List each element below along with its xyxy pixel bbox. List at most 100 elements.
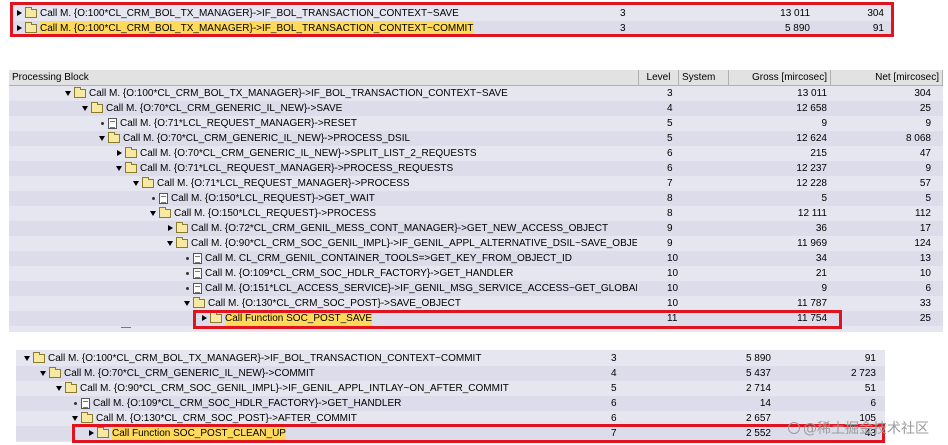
row-gross: 2 552 [745, 428, 771, 439]
row-label-cell: Call Function SOC_POST_CLEAN_UP [88, 426, 591, 441]
tree-row[interactable]: Call M. {O:100*CL_CRM_BOL_TX_MANAGER}->I… [16, 351, 885, 366]
row-level: 8 [667, 193, 673, 204]
tree-row[interactable]: Call M. {O:150*LCL_REQUEST}->PROCESS 8 12 … [9, 206, 943, 221]
collapse-triangle-icon[interactable] [56, 381, 63, 396]
tree-row[interactable]: Call M. {O:90*CL_CRM_SOC_GENIL_IMPL}->IF… [16, 381, 885, 396]
row-level: 10 [667, 283, 679, 294]
tree-row[interactable]: Call M. {O:70*CL_CRM_GENERIC_IL_NEW}->PR… [9, 131, 943, 146]
col-processing-block[interactable]: Processing Block [9, 70, 639, 85]
col-level[interactable]: Level [639, 70, 679, 85]
row-gross: 12 658 [796, 103, 827, 114]
collapse-triangle-icon[interactable] [99, 131, 106, 146]
row-net: 6 [925, 283, 931, 294]
row-gross: 11 787 [797, 298, 827, 309]
row-level: 6 [667, 148, 673, 159]
row-net: 6 [870, 398, 876, 409]
collapse-triangle-icon[interactable] [116, 161, 123, 176]
folder-icon [176, 222, 188, 233]
row-gross: 2 657 [745, 413, 771, 424]
tree-row[interactable]: Call M. {O:109*CL_CRM_SOC_HDLR_FACTORY}-… [9, 266, 943, 281]
tree-row[interactable]: Call M. {O:70*CL_CRM_GENERIC_IL_NEW}->SP… [9, 146, 943, 161]
expand-triangle-icon[interactable] [116, 146, 123, 161]
tree-row[interactable]: Call M. {O:100*CL_CRM_BOL_TX_MANAGER}->I… [9, 86, 943, 101]
tree-row[interactable]: Call M. {O:90*CL_CRM_SOC_GENIL_IMPL}->IF… [9, 236, 943, 251]
folder-icon [49, 367, 61, 378]
tree-row[interactable]: Call M. {O:109*CL_CRM_SOC_HDLR_FACTORY}-… [16, 396, 885, 411]
collapse-triangle-icon[interactable] [82, 101, 89, 116]
folder-icon [33, 352, 45, 363]
expand-triangle-icon[interactable] [201, 311, 208, 326]
tree-row[interactable]: Call M. {O:71*LCL_REQUEST_MANAGER}->PROC… [9, 176, 943, 191]
folder-icon [142, 177, 154, 188]
row-label: Call M. {O:70*CL_CRM_GENERIC_IL_NEW}->SA… [106, 103, 343, 114]
row-net: 57 [919, 178, 931, 189]
row-label: Call M. {O:70*CL_CRM_GENERIC_IL_NEW}->PR… [123, 133, 411, 144]
row-gross: 21 [815, 268, 827, 279]
collapse-triangle-icon[interactable] [40, 366, 47, 381]
tree-row[interactable]: Call M. {O:70*CL_CRM_GENERIC_IL_NEW}->SA… [9, 101, 943, 116]
tree-row[interactable]: Call M. {O:130*CL_CRM_SOC_POST}->AFTER_C… [16, 411, 885, 426]
row-level: 10 [667, 298, 679, 309]
row-gross: 34 [815, 253, 827, 264]
expand-triangle-icon[interactable] [167, 221, 174, 236]
tree-row[interactable]: Call Function SOC_POST_SAVE 11 11 754 25 [9, 311, 943, 326]
collapse-triangle-icon[interactable] [24, 351, 31, 366]
row-net: 9 [925, 118, 931, 129]
collapse-triangle-icon[interactable] [167, 236, 174, 251]
row-gross: 5 437 [745, 368, 771, 379]
row-gross: 215 [810, 148, 827, 159]
row-label: Call M. {O:90*CL_CRM_SOC_GENIL_IMPL}->IF… [80, 383, 509, 394]
row-gross: 5 [821, 193, 827, 204]
col-net[interactable]: Net [mircosec] [831, 70, 943, 85]
tree-row[interactable]: Call M. {O:151*LCL_ACCESS_SERVICE}->IF_G… [9, 281, 943, 296]
column-header-bar: Processing Block Level System Gross [mir… [9, 70, 943, 86]
tree-row[interactable]: Call M. {O:71*LCL_REQUEST_MANAGER}->PROC… [9, 161, 943, 176]
row-label: Call M. {O:72*CL_CRM_GENIL_MESS_CONT_MAN… [191, 223, 609, 234]
row-level: 3 [620, 23, 626, 34]
row-net: 91 [864, 353, 876, 364]
tree-row[interactable]: Call M. {O:100*CL_CRM_BOL_TX_MANAGER}->I… [12, 6, 892, 21]
row-net: 13 [919, 253, 931, 264]
collapse-triangle-icon[interactable] [72, 411, 79, 426]
col-system[interactable]: System [679, 70, 729, 85]
row-label: Call M. {O:109*CL_CRM_SOC_HDLR_FACTORY}-… [93, 398, 402, 409]
row-level: 10 [667, 253, 679, 264]
expand-triangle-icon[interactable] [88, 426, 95, 441]
row-net: 2 723 [850, 368, 876, 379]
row-gross: 13 011 [780, 8, 810, 19]
tree-row[interactable]: Call M. {O:71*LCL_REQUEST_MANAGER}->RESE… [9, 116, 943, 131]
row-gross: 11 754 [797, 313, 827, 324]
tree-row[interactable]: Call M. {O:100*CL_CRM_BOL_TX_MANAGER}->I… [12, 21, 892, 36]
tree-row[interactable]: Call M. {O:150*LCL_REQUEST}->GET_WAIT 8 5 5 [9, 191, 943, 206]
row-gross: 12 228 [796, 178, 827, 189]
tree-row[interactable]: Call M. {O:72*CL_CRM_GENIL_MESS_CONT_MAN… [9, 221, 943, 236]
row-label-cell: Call M. {O:71*LCL_REQUEST_MANAGER}->PROC… [116, 161, 637, 176]
leaf-bullet-icon [150, 191, 157, 206]
col-gross[interactable]: Gross [mircosec] [729, 70, 831, 85]
row-label: Call M. {O:100*CL_CRM_BOL_TX_MANAGER}->I… [40, 21, 474, 36]
row-level: 5 [667, 118, 673, 129]
expand-triangle-icon[interactable] [16, 21, 23, 36]
row-label-cell: Call M. {O:100*CL_CRM_BOL_TX_MANAGER}->I… [16, 21, 582, 36]
collapse-triangle-icon[interactable] [150, 206, 157, 221]
row-level: 6 [667, 163, 673, 174]
row-net: 5 [925, 193, 931, 204]
bottom-trace-panel: Call M. {O:100*CL_CRM_BOL_TX_MANAGER}->I… [16, 350, 885, 442]
tree-row[interactable]: Call M. {O:130*CL_CRM_SOC_POST}->SAVE_OB… [9, 296, 943, 311]
collapse-triangle-icon[interactable] [184, 296, 191, 311]
row-net: 9 [925, 163, 931, 174]
tree-row[interactable]: Call M. {O:70*CL_CRM_GENERIC_IL_NEW}->CO… [16, 366, 885, 381]
tree-row[interactable]: Call M. CL_CRM_GENIL_CONTAINER_TOOLS=>GE… [9, 251, 943, 266]
row-label-cell: Call M. {O:70*CL_CRM_GENERIC_IL_NEW}->SA… [82, 101, 637, 116]
folder-icon [74, 87, 86, 98]
row-net: 8 068 [905, 133, 931, 144]
expand-triangle-icon[interactable] [16, 6, 23, 21]
row-label: Call M. {O:90*CL_CRM_SOC_GENIL_IMPL}->IF… [191, 238, 637, 249]
row-label-cell: Call M. {O:72*CL_CRM_GENIL_MESS_CONT_MAN… [167, 221, 637, 236]
collapse-triangle-icon[interactable] [65, 86, 72, 101]
row-gross: 9 [821, 283, 827, 294]
tree-row[interactable]: Call Function SOC_POST_CLEAN_UP 7 2 552 43 [16, 426, 885, 441]
row-level: 11 [667, 313, 678, 324]
row-label: Call M. CL_CRM_GENIL_CONTAINER_TOOLS=>GE… [205, 253, 572, 264]
collapse-triangle-icon[interactable] [133, 176, 140, 191]
